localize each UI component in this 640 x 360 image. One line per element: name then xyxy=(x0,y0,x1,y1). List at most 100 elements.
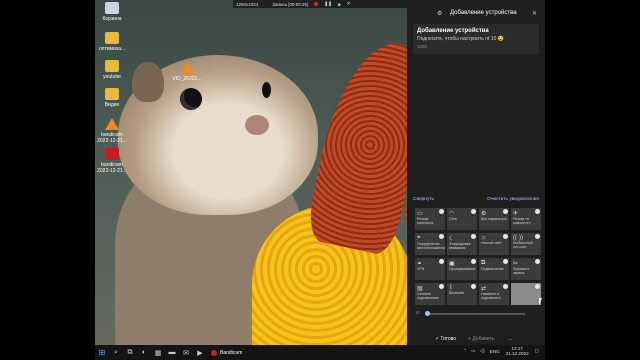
quick-action-location[interactable]: ⌖ Определение местоположения xyxy=(415,233,445,255)
store-icon[interactable]: ▦ xyxy=(151,349,165,357)
quick-action-label: VPN xyxy=(417,267,425,271)
pin-icon[interactable] xyxy=(503,234,508,239)
slider-knob[interactable] xyxy=(425,311,430,316)
done-button[interactable]: ✓ Готово xyxy=(435,336,456,342)
quick-action-label: Нажмите и подключите xyxy=(481,292,501,300)
wallpaper-chipmunk-eye xyxy=(180,88,202,110)
taskbar-app-bandicam[interactable]: Bandicam xyxy=(211,349,243,356)
notification-card[interactable]: Добавление устройства Поднесите, чтобы н… xyxy=(413,24,539,54)
quick-action-all-settings[interactable]: ⚙ Все параметры xyxy=(479,208,509,230)
quick-action-label: Подключение xyxy=(481,267,504,271)
quick-action-label: Режим планшета xyxy=(417,217,434,225)
gear-icon[interactable]: ⚙ xyxy=(437,10,442,17)
volume-icon[interactable]: ◁) xyxy=(480,348,485,354)
pin-icon[interactable] xyxy=(503,284,508,289)
quick-action-connect[interactable]: ⧉ Подключение xyxy=(479,258,509,280)
pin-icon[interactable] xyxy=(439,209,444,214)
quick-action-label: Сетевое подключение xyxy=(417,292,440,300)
mouse-cursor xyxy=(539,298,542,305)
desktop-icon-folder-optimize[interactable]: оптимиза... xyxy=(95,32,129,52)
language-indicator[interactable]: ENG xyxy=(490,349,500,354)
desktop-icon-recycle-bin[interactable]: Корзина xyxy=(95,2,129,22)
pin-icon[interactable] xyxy=(535,209,540,214)
quick-action-label: Мобильный хот-спот xyxy=(513,241,533,249)
taskbar: ⊞ ⌕ ⧉ ◐ ▦ ▬ ✉ ▶ Bandicam ⌃ ▭ ◁) ENG 12:1… xyxy=(95,345,545,360)
pin-icon[interactable] xyxy=(535,259,540,264)
desktop-icon-folder-youtube[interactable]: youtube xyxy=(95,60,129,80)
quick-action-hotspot[interactable]: ((·)) Мобильный хот-спот xyxy=(511,233,541,255)
quick-action-project[interactable]: ▣ Проецирование xyxy=(447,258,477,280)
pin-icon[interactable] xyxy=(471,284,476,289)
done-label: Готово xyxy=(440,336,457,342)
task-view-icon[interactable]: ⧉ xyxy=(123,349,137,357)
desktop-icon-label: Видео xyxy=(104,102,120,108)
folder-icon xyxy=(105,60,119,72)
pin-icon[interactable] xyxy=(471,234,476,239)
quick-action-snip[interactable]: ✂ Фрагмент экрана xyxy=(511,258,541,280)
search-icon[interactable]: ⌕ xyxy=(109,349,123,357)
desktop-icon-label: Корзина xyxy=(102,16,122,22)
wallpaper-chipmunk-ear xyxy=(132,62,164,102)
letterbox-right xyxy=(545,0,640,360)
pin-icon[interactable] xyxy=(503,209,508,214)
quick-action-network[interactable]: ◠ Сеть xyxy=(447,208,477,230)
record-icon[interactable] xyxy=(314,2,319,6)
wallpaper-chipmunk-eye-right xyxy=(262,82,271,98)
quick-action-nearby[interactable]: ⇄ Нажмите и подключите xyxy=(479,283,509,305)
recycle-bin-icon xyxy=(105,2,119,14)
explorer-icon[interactable]: ▬ xyxy=(165,349,179,356)
quick-action-empty[interactable] xyxy=(511,283,541,305)
quick-action-tablet-mode[interactable]: ▭ Режим планшета xyxy=(415,208,445,230)
bandicam-icon xyxy=(211,349,217,356)
more-button[interactable]: ... xyxy=(508,336,512,342)
clock[interactable]: 12:17 21.12.2022 xyxy=(506,346,529,356)
bandicam-icon xyxy=(105,148,119,160)
pin-icon[interactable] xyxy=(535,284,540,289)
quick-action-vpn[interactable]: ⚭ VPN xyxy=(415,258,445,280)
pin-icon[interactable] xyxy=(471,259,476,264)
mail-icon[interactable]: ✉ xyxy=(179,349,193,357)
clear-notifications-link[interactable]: Очистить уведомления xyxy=(487,197,539,202)
panel-header: ⚙ Добавление устройства ✕ xyxy=(407,6,545,20)
windows-start-icon[interactable]: ⊞ xyxy=(95,348,109,357)
notification-title: Добавление устройства xyxy=(417,28,489,34)
desktop-icon-bandicam-video[interactable]: bandicam 2022-12-21... xyxy=(95,118,129,144)
close-icon[interactable]: ✕ xyxy=(532,10,537,17)
edge-icon[interactable]: ◐ xyxy=(137,349,151,356)
quick-action-label: Все параметры xyxy=(481,217,507,221)
quick-action-bluetooth[interactable]: ᛒ Bluetooth xyxy=(447,283,477,305)
quick-action-night-light[interactable]: ☼ Ночной свет xyxy=(479,233,509,255)
chevron-up-icon[interactable]: ⌃ xyxy=(463,348,467,354)
brightness-slider[interactable] xyxy=(425,311,525,316)
panel-actions: Свернуть Очистить уведомления xyxy=(413,197,539,202)
network-tray-icon[interactable]: ▭ xyxy=(471,348,475,354)
pause-icon[interactable]: ❚❚ xyxy=(321,1,335,7)
desktop-icon-vid-file[interactable]: VID_20221... xyxy=(170,62,204,82)
notification-center-icon[interactable]: ▢ xyxy=(535,348,539,354)
folder-icon xyxy=(105,32,119,44)
pin-icon[interactable] xyxy=(471,209,476,214)
close-icon[interactable]: ✕ xyxy=(344,1,354,7)
pin-icon[interactable] xyxy=(503,259,508,264)
action-center-panel: ⚙ Добавление устройства ✕ Добавление уст… xyxy=(407,0,545,345)
quick-action-airplane[interactable]: ✈ Режим «в самолете» xyxy=(511,208,541,230)
recorder-status: Запись [00:00:25] xyxy=(272,1,309,7)
clock-date: 21.12.2022 xyxy=(505,351,529,356)
quick-action-focus-assist[interactable]: ☾ Фокусировка внимания xyxy=(447,233,477,255)
quick-action-ethernet[interactable]: ▤ Сетевое подключение xyxy=(415,283,445,305)
add-button[interactable]: + Добавить xyxy=(468,336,494,342)
pin-icon[interactable] xyxy=(439,284,444,289)
pin-icon[interactable] xyxy=(439,234,444,239)
quick-action-label: Определение местоположения xyxy=(417,242,446,250)
pin-icon[interactable] xyxy=(439,259,444,264)
desktop-icon-folder-video[interactable]: Видео xyxy=(95,88,129,108)
taskbar-app-label: Bandicam xyxy=(220,349,243,356)
media-icon[interactable]: ▶ xyxy=(193,349,207,357)
desktop-icon-label: bandicam 2022-12-21... xyxy=(97,132,127,144)
brightness-icon: ☼ xyxy=(415,310,421,316)
pin-icon[interactable] xyxy=(535,234,540,239)
desktop-icon-bandicam[interactable]: bandicam 2022-12-21... xyxy=(95,148,129,174)
quick-action-label: Проецирование xyxy=(449,267,476,271)
camera-icon[interactable]: ◙ xyxy=(335,2,344,7)
collapse-link[interactable]: Свернуть xyxy=(413,197,434,202)
